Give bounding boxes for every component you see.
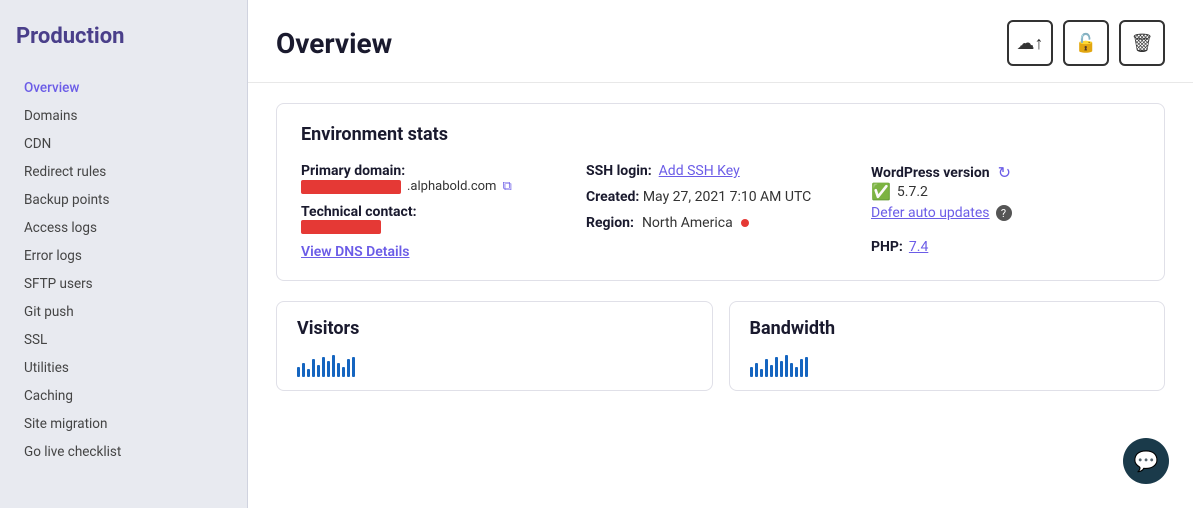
sidebar-item-error-logs[interactable]: Error logs [0,242,247,270]
upload-button[interactable]: ☁↑ [1007,20,1053,66]
upload-icon: ☁↑ [1017,33,1044,54]
lock-icon: 🔓 [1075,33,1097,54]
view-dns-link[interactable]: View DNS Details [301,244,409,260]
sidebar-item-domains[interactable]: Domains [0,102,247,130]
chat-widget[interactable]: 💬 [1123,438,1169,484]
bottom-cards: Visitors Bandwidth [276,301,1165,391]
sidebar-item-overview[interactable]: Overview [0,74,247,102]
region-value: North America [642,215,733,231]
bandwidth-card-title: Bandwidth [750,318,1145,339]
sidebar-item-sftp-users[interactable]: SFTP users [0,270,247,298]
php-version-link[interactable]: 7.4 [909,239,928,255]
defer-auto-link[interactable]: Defer auto updates [871,205,990,221]
primary-domain-label: Primary domain: [301,163,405,179]
sidebar-item-cdn[interactable]: CDN [0,130,247,158]
created-section: Created: May 27, 2021 7:10 AM UTC [586,189,855,205]
php-section: PHP: 7.4 [871,239,1140,255]
help-icon[interactable]: ? [996,205,1012,221]
refresh-icon[interactable]: ↻ [998,163,1011,182]
wp-version-header: WordPress version ↻ [871,163,1140,182]
domain-suffix: .alphabold.com [407,179,496,194]
red-indicator [741,219,749,227]
region-label: Region: [586,215,634,231]
main-content: Environment stats Primary domain: .alpha… [248,83,1193,508]
php-label: PHP: [871,239,903,255]
contact-redacted [301,220,381,234]
sidebar-item-caching[interactable]: Caching [0,382,247,410]
app-container: Production OverviewDomainsCDNRedirect ru… [0,0,1193,508]
sidebar-header: Production [0,0,247,66]
sidebar-title: Production [16,24,231,50]
main-header: Overview ☁↑ 🔓 🗑 [248,0,1193,83]
domain-row: .alphabold.com ⧉ [301,179,570,194]
contact-row [301,220,570,234]
lock-button[interactable]: 🔓 [1063,20,1109,66]
primary-domain-section: Primary domain: .alphabold.com ⧉ [301,163,570,194]
stats-col-1: Primary domain: .alphabold.com ⧉ Technic… [301,163,570,260]
sidebar-item-backup-points[interactable]: Backup points [0,186,247,214]
sidebar-item-access-logs[interactable]: Access logs [0,214,247,242]
domain-redacted [301,180,401,194]
sidebar-item-utilities[interactable]: Utilities [0,354,247,382]
external-link-icon[interactable]: ⧉ [502,179,511,194]
sidebar-item-site-migration[interactable]: Site migration [0,410,247,438]
stats-col-2: SSH login: Add SSH Key Created: May 27, … [586,163,855,260]
sidebar-nav: OverviewDomainsCDNRedirect rulesBackup p… [0,66,247,474]
defer-row: Defer auto updates ? [871,205,1140,221]
ssh-login-label: SSH login: [586,163,652,179]
wp-version-section: WordPress version ↻ ✅ 5.7.2 Defer auto u… [871,163,1140,221]
sidebar: Production OverviewDomainsCDNRedirect ru… [0,0,248,508]
technical-contact-label: Technical contact: [301,204,417,220]
sidebar-item-ssl[interactable]: SSL [0,326,247,354]
chat-icon: 💬 [1134,449,1159,473]
created-value: May 27, 2021 7:10 AM UTC [643,189,811,205]
trash-icon: 🗑 [1131,33,1154,54]
created-label: Created: [586,189,639,205]
sidebar-item-go-live-checklist[interactable]: Go live checklist [0,438,247,466]
ssh-login-section: SSH login: Add SSH Key [586,163,855,179]
visitors-card-title: Visitors [297,318,692,339]
wp-version-value: 5.7.2 [897,184,928,200]
bottom-card-bandwidth: Bandwidth [729,301,1166,391]
visitors-sparkline [297,347,692,377]
view-dns-section: View DNS Details [301,244,570,260]
stats-col-3: WordPress version ↻ ✅ 5.7.2 Defer auto u… [871,163,1140,260]
header-actions: ☁↑ 🔓 🗑 [1007,20,1165,66]
technical-contact-section: Technical contact: [301,204,570,234]
sidebar-item-redirect-rules[interactable]: Redirect rules [0,158,247,186]
main-panel: Overview ☁↑ 🔓 🗑 Environment stats [248,0,1193,508]
delete-button[interactable]: 🗑 [1119,20,1165,66]
stats-grid: Primary domain: .alphabold.com ⧉ Technic… [301,163,1140,260]
add-ssh-key-link[interactable]: Add SSH Key [659,163,740,179]
bandwidth-sparkline [750,347,1145,377]
stats-card-title: Environment stats [301,124,1140,145]
sidebar-item-git-push[interactable]: Git push [0,298,247,326]
bottom-card-visitors: Visitors [276,301,713,391]
version-row: ✅ 5.7.2 [871,182,1140,201]
environment-stats-card: Environment stats Primary domain: .alpha… [276,103,1165,281]
page-title: Overview [276,27,392,60]
wp-version-label: WordPress version [871,165,990,181]
check-circle-icon: ✅ [871,182,891,201]
region-section: Region: North America [586,215,855,231]
